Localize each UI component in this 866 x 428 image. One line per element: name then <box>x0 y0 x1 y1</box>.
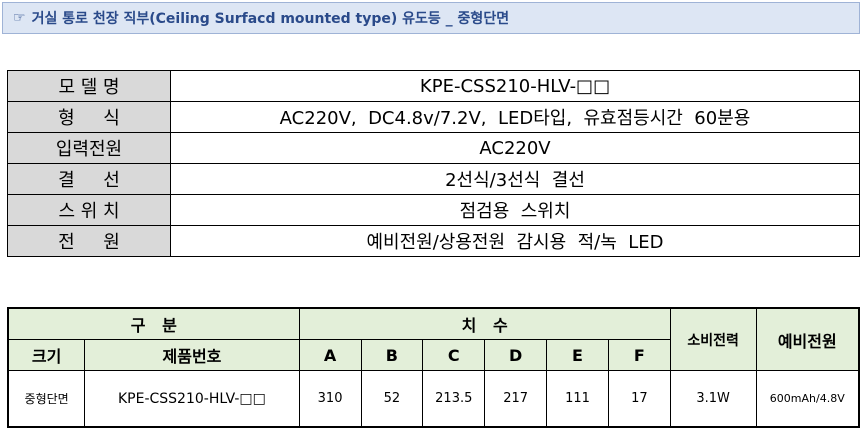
size-header: 크기 <box>7 339 86 371</box>
spec-value: 2선식/3선식 결선 <box>170 163 860 195</box>
dim-e-header: E <box>546 339 609 371</box>
spec-table: 모 델 명 KPE-CSS210-HLV-□□ 형 식 AC220V, DC4.… <box>7 70 860 257</box>
spec-row: 형 식 AC220V, DC4.8v/7.2V, LED타입, 유효점등시간 6… <box>7 101 860 133</box>
spec-label: 형 식 <box>7 101 171 133</box>
category-header: 구 분 <box>7 307 300 340</box>
dim-b-header: B <box>360 339 424 371</box>
spec-label: 결 선 <box>7 163 171 195</box>
pointing-hand-icon: ☞ <box>13 10 26 26</box>
spec-row: 스 위 치 점검용 스위치 <box>7 194 860 226</box>
spec-row: 결 선 2선식/3선식 결선 <box>7 163 860 195</box>
spec-value: KPE-CSS210-HLV-□□ <box>170 70 860 102</box>
dim-header-row: 구 분 치 수 소비전력 예비전원 <box>7 307 860 371</box>
power-cell: 3.1W <box>669 370 757 428</box>
spec-label: 전 원 <box>7 225 171 257</box>
table-row: 중형단면 KPE-CSS210-HLV-□□ 310 52 213.5 217 … <box>7 370 860 428</box>
dimension-table: 구 분 치 수 소비전력 예비전원 크기 제품번호 A B C D E F 중형… <box>7 307 860 428</box>
dim-f-cell: 17 <box>607 370 671 428</box>
spec-value: 점검용 스위치 <box>170 194 860 226</box>
battery-header: 예비전원 <box>755 307 860 371</box>
dim-f-header: F <box>607 339 671 371</box>
spec-row: 입력전원 AC220V <box>7 132 860 164</box>
page-title: 거실 통로 천장 직부(Ceiling Surfacd mounted type… <box>31 11 510 27</box>
spec-label: 입력전원 <box>7 132 171 164</box>
dim-a-header: A <box>298 339 362 371</box>
dimensions-header: 치 수 <box>298 307 671 340</box>
spec-value: 예비전원/상용전원 감시용 적/녹 LED <box>170 225 860 257</box>
spec-label: 스 위 치 <box>7 194 171 226</box>
model-cell: KPE-CSS210-HLV-□□ <box>84 370 300 428</box>
dim-b-cell: 52 <box>360 370 424 428</box>
spec-value: AC220V <box>170 132 860 164</box>
spec-value: AC220V, DC4.8v/7.2V, LED타입, 유효점등시간 60분용 <box>170 101 860 133</box>
dim-c-header: C <box>422 339 486 371</box>
title-bar: ☞ 거실 통로 천장 직부(Ceiling Surfacd mounted ty… <box>2 2 860 34</box>
model-header: 제품번호 <box>84 339 300 371</box>
spec-row: 모 델 명 KPE-CSS210-HLV-□□ <box>7 70 860 102</box>
spec-label: 모 델 명 <box>7 70 171 102</box>
dim-d-cell: 217 <box>484 370 548 428</box>
dim-c-cell: 213.5 <box>422 370 486 428</box>
dim-e-cell: 111 <box>546 370 609 428</box>
dim-a-cell: 310 <box>298 370 362 428</box>
spec-row: 전 원 예비전원/상용전원 감시용 적/녹 LED <box>7 225 860 257</box>
power-header: 소비전력 <box>669 307 757 371</box>
size-cell: 중형단면 <box>7 370 86 428</box>
battery-cell: 600mAh/4.8V <box>755 370 860 428</box>
dim-d-header: D <box>484 339 548 371</box>
